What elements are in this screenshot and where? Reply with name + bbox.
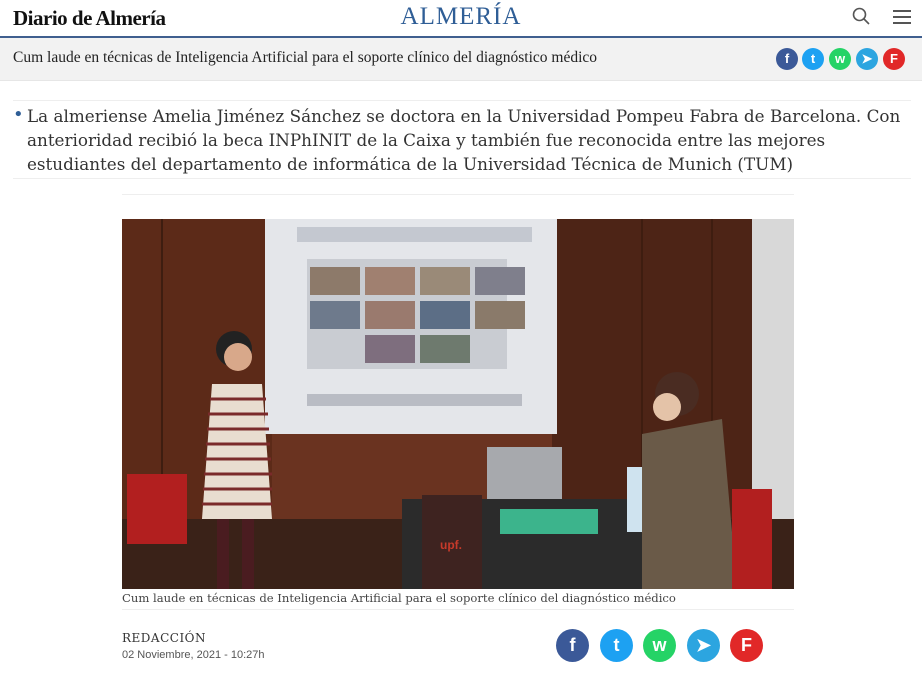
- article-title: Cum laude en técnicas de Inteligencia Ar…: [13, 49, 598, 66]
- article-title-bar: Cum laude en técnicas de Inteligencia Ar…: [0, 38, 922, 81]
- section-title[interactable]: ALMERÍA: [0, 3, 922, 31]
- site-header: Diario de Almería ALMERÍA: [0, 0, 922, 38]
- twitter-icon[interactable]: t: [802, 48, 824, 70]
- publish-date: 02 Noviembre, 2021 - 10:27h: [122, 649, 265, 661]
- twitter-share-button[interactable]: t: [600, 629, 633, 662]
- article-photo[interactable]: upf.: [122, 219, 794, 589]
- photo-illustration: upf.: [122, 219, 794, 589]
- lead-text: La almeriense Amelia Jiménez Sánchez se …: [27, 106, 901, 174]
- photo-caption: Cum laude en técnicas de Inteligencia Ar…: [122, 591, 676, 605]
- podium-logo: upf.: [440, 538, 462, 552]
- facebook-share-button[interactable]: f: [556, 629, 589, 662]
- hamburger-menu-icon[interactable]: [893, 10, 911, 24]
- telegram-icon[interactable]: ➤: [856, 48, 878, 70]
- divider: [122, 194, 794, 195]
- facebook-icon[interactable]: f: [776, 48, 798, 70]
- article-lead: • La almeriense Amelia Jiménez Sánchez s…: [13, 100, 911, 179]
- telegram-share-button[interactable]: ➤: [687, 629, 720, 662]
- flipboard-share-button[interactable]: F: [730, 629, 763, 662]
- search-icon[interactable]: [852, 7, 870, 25]
- flipboard-icon[interactable]: F: [883, 48, 905, 70]
- author-name[interactable]: REDACCIÓN: [122, 631, 206, 645]
- bullet-icon: •: [13, 104, 24, 125]
- whatsapp-icon[interactable]: w: [829, 48, 851, 70]
- divider: [122, 609, 794, 610]
- whatsapp-share-button[interactable]: w: [643, 629, 676, 662]
